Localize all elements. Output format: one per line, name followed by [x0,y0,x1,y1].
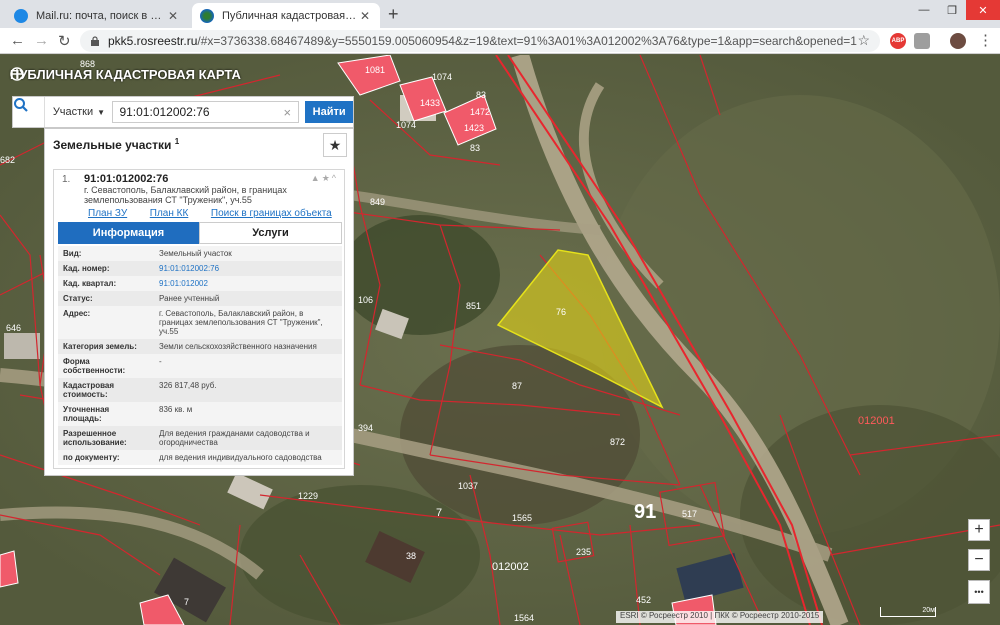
tab-services[interactable]: Услуги [199,222,342,244]
parcel-label[interactable]: 1564 [514,613,534,623]
zoom-out-button[interactable]: − [968,549,990,571]
cad-number-link[interactable]: 91:01:012002:76 [154,261,342,276]
zoom-in-button[interactable]: + [968,519,990,541]
map-attribution: ESRI © Росреестр 2010 | ПКК © Росреестр … [616,611,824,623]
parcel-label[interactable]: 452 [636,595,651,605]
forward-icon[interactable]: → [34,32,49,49]
table-row: по документу: для ведения индивидуального… [58,450,342,465]
map-scale: 20м [880,607,936,617]
table-row: Уточненная площадь: 836 кв. м [58,402,342,426]
clear-icon[interactable]: × [279,105,295,120]
browser-toolbar: ← → ↻ pkk5.rosreestr.ru/#x=3736338.68467… [0,28,1000,54]
tab-info[interactable]: Информация [58,222,199,244]
parcel-label[interactable]: 1433 [420,98,440,108]
portal-title: ПУБЛИЧНАЯ КАДАСТРОВАЯ КАРТА [10,67,241,82]
parcel-label[interactable]: 1423 [464,123,484,133]
district-label: 91 [634,501,657,523]
result-address: г. Севастополь, Балаклавский район, в гр… [84,185,287,205]
parcel-label[interactable]: 7 [184,597,189,607]
result-cad-number[interactable]: 91:01:012002:76 [84,173,168,185]
result-card: 1. 91:01:012002:76 г. Севастополь, Балак… [53,169,345,469]
rosreestr-logo-icon [10,67,24,81]
parcel-label[interactable]: 38 [406,551,416,561]
more-tools-button[interactable]: ••• [968,580,990,604]
address-bar[interactable]: pkk5.rosreestr.ru/#x=3736338.68467489&y=… [80,30,880,52]
parcel-label[interactable]: 83 [470,143,480,153]
minimize-icon[interactable]: — [910,0,938,20]
browser-menu-icon[interactable]: ⋮ [978,31,993,49]
parcel-label[interactable]: 646 [6,323,21,333]
shield-extension-icon[interactable] [914,33,930,49]
table-row: Категория земель: Земли сельскохозяйствен… [58,339,342,354]
info-table: Вид: Земельный участок Кад. номер: 91:01:0… [58,246,342,465]
adblock-extension-icon[interactable]: ABP [890,33,906,49]
parcel-label[interactable]: 1081 [365,65,385,75]
results-panel: Земельные участки 1 ★ 1. 91:01:012002:76… [44,128,354,476]
mail-favicon-icon [14,8,28,23]
window-controls: — ❐ ✕ [910,0,1000,20]
tab-title: Mail.ru: почта, поиск в интернете, н [36,9,166,22]
result-action-icons[interactable]: ▲★^ [311,173,338,184]
bookmark-star-icon[interactable]: ☆ [857,32,870,49]
tab-title: Публичная кадастровая карта [222,9,358,22]
parcel-label[interactable]: 1472 [470,107,490,117]
parcel-label[interactable]: 517 [682,509,697,519]
profile-avatar[interactable] [950,33,966,49]
quarter-label: 012001 [858,415,895,427]
tab-cadastral-map[interactable]: Публичная кадастровая карта ✕ [192,3,380,28]
parcel-label[interactable]: 1565 [512,513,532,523]
tab-mail[interactable]: Mail.ru: почта, поиск в интернете, н ✕ [6,3,188,28]
parcel-label[interactable]: 106 [358,295,373,305]
close-tab-icon[interactable]: ✕ [166,9,180,23]
cadastral-map[interactable]: 868 864 1081 1074 83 1433 1472 1423 1074… [0,55,1000,625]
table-row: Кад. номер: 91:01:012002:76 [58,261,342,276]
reload-icon[interactable]: ↻ [58,32,71,50]
result-tabs: Информация Услуги [58,222,342,244]
table-row: Статус: Ранее учтенный [58,291,342,306]
parcel-label[interactable]: 394 [358,423,373,433]
back-icon[interactable]: ← [10,32,25,49]
parcel-label[interactable]: 1074 [396,120,416,130]
search-submit-button[interactable]: Найти [305,101,353,123]
search-icon[interactable] [13,97,45,127]
selected-parcel-label[interactable]: 76 [556,307,566,317]
lock-icon [91,36,99,46]
chevron-down-icon: ▼ [97,107,106,117]
maximize-icon[interactable]: ❐ [938,0,966,20]
browser-tab-bar: Mail.ru: почта, поиск в интернете, н ✕ П… [0,0,1000,28]
table-row: Разрешенное использование: Для ведения гр… [58,426,342,450]
parcel-label[interactable]: 849 [370,197,385,207]
parcel-label[interactable]: 83 [476,90,486,100]
search-type-select[interactable]: Участки ▼ [53,100,113,124]
close-tab-icon[interactable]: ✕ [358,9,372,23]
table-row: Кад. квартал: 91:01:012002 [58,276,342,291]
parcel-label[interactable]: 235 [576,547,591,557]
parcel-label[interactable]: 1074 [432,72,452,82]
parcel-label[interactable]: 1229 [298,491,318,501]
new-tab-button[interactable]: + [388,4,399,25]
table-row: Форма собственности: - [58,354,342,378]
table-row: Вид: Земельный участок [58,246,342,261]
url-text: pkk5.rosreestr.ru/#x=3736338.68467489&y=… [108,34,857,48]
parcel-label[interactable]: 87 [512,381,522,391]
parcel-label[interactable]: 851 [466,301,481,311]
results-count: 1 [174,137,180,146]
parcel-label[interactable]: 1037 [458,481,478,491]
result-index: 1. [62,174,71,185]
favorite-star-button[interactable]: ★ [323,133,347,157]
search-bar: Участки▼ × Найти [12,96,354,128]
results-heading: Земельные участки 1 [53,137,180,152]
search-input[interactable] [112,101,300,123]
quarter-label: 012002 [492,561,529,573]
parcel-label[interactable]: 682 [0,155,15,165]
table-row: Кадастровая стоимость: 326 817,48 руб. [58,378,342,402]
rosreestr-favicon-icon [200,8,214,23]
table-row: Адрес: г. Севастополь, Балаклавский район… [58,306,342,339]
parcel-label[interactable]: 7 [436,507,442,519]
parcel-label[interactable]: 872 [610,437,625,447]
cad-quarter-link[interactable]: 91:01:012002 [154,276,342,291]
window-close-icon[interactable]: ✕ [966,0,1000,20]
